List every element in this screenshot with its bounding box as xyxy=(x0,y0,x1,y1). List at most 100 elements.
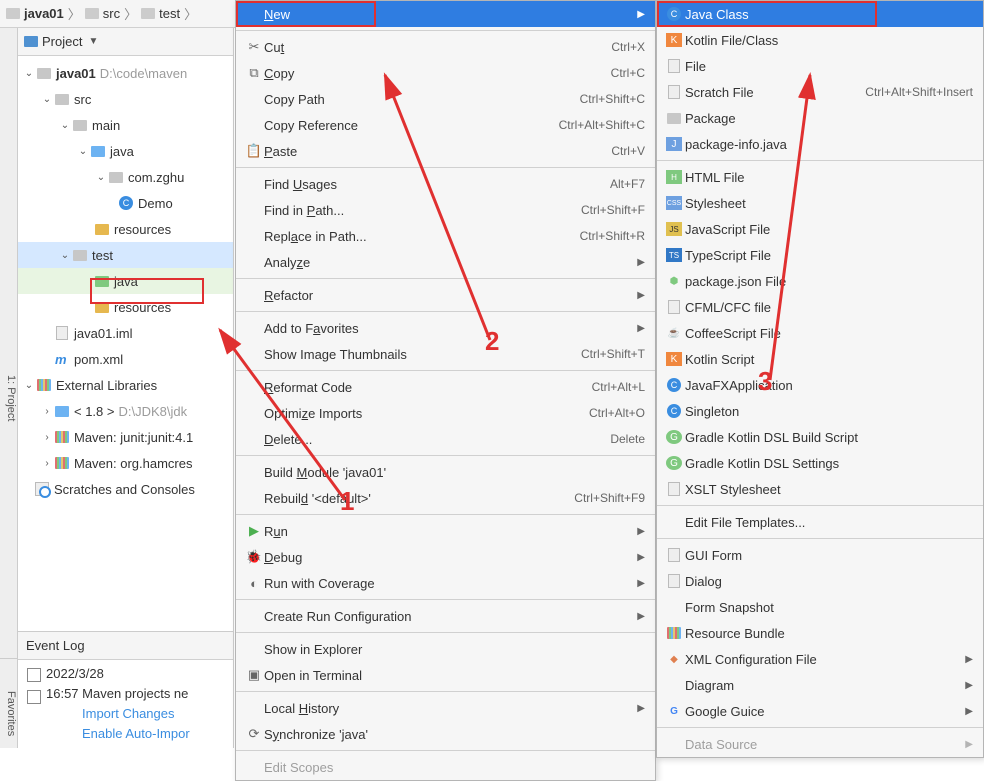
event-log-header[interactable]: Event Log xyxy=(18,632,233,660)
submenu-package-json[interactable]: ⬢ package.json File xyxy=(657,268,983,294)
submenu-xslt[interactable]: XSLT Stylesheet xyxy=(657,476,983,502)
menu-copy[interactable]: ⧉ Copy Ctrl+C xyxy=(236,60,655,86)
menu-coverage[interactable]: ◐ Run with Coverage ▶ xyxy=(236,570,655,596)
menu-local-history[interactable]: Local History ▶ xyxy=(236,695,655,721)
menu-delete[interactable]: Delete... Delete xyxy=(236,426,655,452)
arrow-icon[interactable]: ⌄ xyxy=(76,146,90,157)
menu-separator xyxy=(236,30,655,31)
tree-scratches[interactable]: Scratches and Consoles xyxy=(18,476,233,502)
tree-jdk[interactable]: › < 1.8 > D:\JDK8\jdk xyxy=(18,398,233,424)
arrow-icon[interactable]: ⌄ xyxy=(22,68,36,79)
tree-junit[interactable]: › Maven: junit:junit:4.1 xyxy=(18,424,233,450)
arrow-icon[interactable]: › xyxy=(40,458,54,469)
breadcrumb-item[interactable]: test xyxy=(159,6,180,21)
menu-replace-in-path[interactable]: Replace in Path... Ctrl+Shift+R xyxy=(236,223,655,249)
tree-test-resources[interactable]: resources xyxy=(18,294,233,320)
menu-label: Create Run Configuration xyxy=(264,609,633,624)
submenu-form-snapshot[interactable]: Form Snapshot xyxy=(657,594,983,620)
tree-label: Demo xyxy=(138,196,173,211)
submenu-file[interactable]: File xyxy=(657,53,983,79)
menu-run[interactable]: ▶ Run ▶ xyxy=(236,518,655,544)
menu-add-favorites[interactable]: Add to Favorites ▶ xyxy=(236,315,655,341)
menu-synchronize[interactable]: ⟳ Synchronize 'java' xyxy=(236,721,655,747)
submenu-gradle-settings[interactable]: G Gradle Kotlin DSL Settings xyxy=(657,450,983,476)
submenu-edit-templates[interactable]: Edit File Templates... xyxy=(657,509,983,535)
submenu-resource-bundle[interactable]: Resource Bundle xyxy=(657,620,983,646)
sidebar-favorites-tab[interactable]: Favorites xyxy=(0,658,18,748)
menu-label: XML Configuration File xyxy=(685,652,961,667)
menu-optimize[interactable]: Optimize Imports Ctrl+Alt+O xyxy=(236,400,655,426)
submenu-html[interactable]: H HTML File xyxy=(657,164,983,190)
menu-explorer[interactable]: Show in Explorer xyxy=(236,636,655,662)
submenu-coffee[interactable]: ☕ CoffeeScript File xyxy=(657,320,983,346)
tree-iml[interactable]: java01.iml xyxy=(18,320,233,346)
menu-find-in-path[interactable]: Find in Path... Ctrl+Shift+F xyxy=(236,197,655,223)
tree-label: Maven: junit:junit:4.1 xyxy=(74,430,193,445)
arrow-icon[interactable]: ⌄ xyxy=(94,172,108,183)
form-icon xyxy=(668,548,680,562)
event-link-auto[interactable]: Enable Auto-Impor xyxy=(46,724,190,744)
event-link-import[interactable]: Import Changes xyxy=(46,704,190,724)
menu-create-run[interactable]: Create Run Configuration ▶ xyxy=(236,603,655,629)
tree-external[interactable]: ⌄ External Libraries xyxy=(18,372,233,398)
submenu-xml-config[interactable]: ◆ XML Configuration File ▶ xyxy=(657,646,983,672)
menu-analyze[interactable]: Analyze ▶ xyxy=(236,249,655,275)
tree-test-java[interactable]: java xyxy=(18,268,233,294)
submenu-gui-form[interactable]: GUI Form xyxy=(657,542,983,568)
submenu-cfml[interactable]: CFML/CFC file xyxy=(657,294,983,320)
project-header[interactable]: Project ▼ xyxy=(18,28,233,56)
menu-new[interactable]: New ▶ xyxy=(236,1,655,27)
breadcrumb-root[interactable]: java01 xyxy=(24,6,64,21)
menu-find-usages[interactable]: Find Usages Alt+F7 xyxy=(236,171,655,197)
menu-build-module[interactable]: Build Module 'java01' xyxy=(236,459,655,485)
arrow-icon[interactable]: ⌄ xyxy=(58,120,72,131)
menu-terminal[interactable]: ▣ Open in Terminal xyxy=(236,662,655,688)
arrow-icon[interactable]: › xyxy=(40,432,54,443)
submenu-diagram[interactable]: Diagram ▶ xyxy=(657,672,983,698)
submenu-ts[interactable]: TS TypeScript File xyxy=(657,242,983,268)
trash-icon[interactable] xyxy=(27,690,41,704)
menu-reformat[interactable]: Reformat Code Ctrl+Alt+L xyxy=(236,374,655,400)
menu-copy-reference[interactable]: Copy Reference Ctrl+Alt+Shift+C xyxy=(236,112,655,138)
menu-refactor[interactable]: Refactor ▶ xyxy=(236,282,655,308)
menu-rebuild[interactable]: Rebuild '<default>' Ctrl+Shift+F9 xyxy=(236,485,655,511)
submenu-js[interactable]: JS JavaScript File xyxy=(657,216,983,242)
tree-main[interactable]: ⌄ main xyxy=(18,112,233,138)
submenu-guice[interactable]: G Google Guice ▶ xyxy=(657,698,983,724)
submenu-kotlin[interactable]: K Kotlin File/Class xyxy=(657,27,983,53)
submenu-kotlin-script[interactable]: K Kotlin Script xyxy=(657,346,983,372)
menu-thumbnails[interactable]: Show Image Thumbnails Ctrl+Shift+T xyxy=(236,341,655,367)
kotlin-icon: K xyxy=(666,352,682,366)
submenu-javafx[interactable]: C JavaFXApplication xyxy=(657,372,983,398)
menu-cut[interactable]: ✂ Cut Ctrl+X xyxy=(236,34,655,60)
submenu-gradle-build[interactable]: G Gradle Kotlin DSL Build Script xyxy=(657,424,983,450)
submenu-dialog[interactable]: Dialog xyxy=(657,568,983,594)
sidebar-project-tab[interactable]: 1: Project xyxy=(0,28,18,748)
arrow-icon[interactable]: ⌄ xyxy=(22,380,36,391)
tree-test[interactable]: ⌄ test xyxy=(18,242,233,268)
menu-paste[interactable]: 📋 Paste Ctrl+V xyxy=(236,138,655,164)
submenu-data-source[interactable]: Data Source ▶ xyxy=(657,731,983,757)
submenu-singleton[interactable]: C Singleton xyxy=(657,398,983,424)
submenu-scratch[interactable]: Scratch File Ctrl+Alt+Shift+Insert xyxy=(657,79,983,105)
submenu-package-info[interactable]: J package-info.java xyxy=(657,131,983,157)
breadcrumb-item[interactable]: src xyxy=(103,6,120,21)
tree-hamcrest[interactable]: › Maven: org.hamcres xyxy=(18,450,233,476)
tree-pom[interactable]: m pom.xml xyxy=(18,346,233,372)
submenu-java-class[interactable]: C Java Class xyxy=(657,1,983,27)
arrow-icon[interactable]: ⌄ xyxy=(40,94,54,105)
submenu-package[interactable]: Package xyxy=(657,105,983,131)
menu-debug[interactable]: 🐞 Debug ▶ xyxy=(236,544,655,570)
tree-class[interactable]: C Demo xyxy=(18,190,233,216)
arrow-icon[interactable]: ⌄ xyxy=(58,250,72,261)
tree-resources[interactable]: resources xyxy=(18,216,233,242)
menu-copy-path[interactable]: Copy Path Ctrl+Shift+C xyxy=(236,86,655,112)
submenu-stylesheet[interactable]: CSS Stylesheet xyxy=(657,190,983,216)
tree-package[interactable]: ⌄ com.zghu xyxy=(18,164,233,190)
settings-icon[interactable] xyxy=(27,668,41,682)
arrow-icon[interactable]: › xyxy=(40,406,54,417)
tree-root[interactable]: ⌄ java01 D:\code\maven xyxy=(18,60,233,86)
tree-src[interactable]: ⌄ src xyxy=(18,86,233,112)
tree-java[interactable]: ⌄ java xyxy=(18,138,233,164)
menu-edit-scopes[interactable]: Edit Scopes xyxy=(236,754,655,780)
